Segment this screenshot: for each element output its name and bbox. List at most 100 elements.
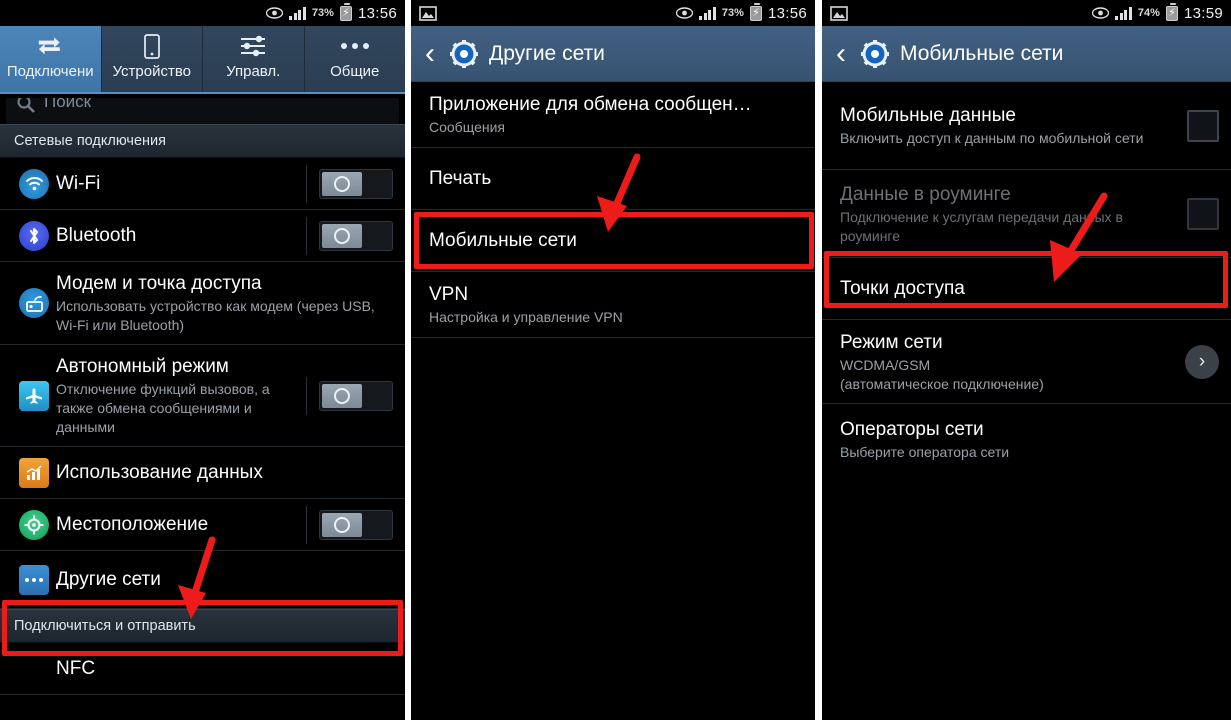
list-item-access-points-text: Точки доступа bbox=[840, 267, 1219, 310]
tethering-icon bbox=[12, 288, 56, 318]
list-item-location-title: Местоположение bbox=[56, 514, 209, 535]
battery-charging-icon: ⚡ bbox=[1165, 2, 1178, 21]
location-toggle[interactable] bbox=[319, 509, 393, 540]
list-item-wifi-text: Wi-Fi bbox=[56, 162, 296, 205]
picture-icon bbox=[830, 5, 848, 21]
back-chevron-icon[interactable]: ‹ bbox=[832, 38, 850, 69]
signal-bars-icon bbox=[1115, 6, 1132, 20]
list-item-bluetooth[interactable]: Bluetooth bbox=[0, 210, 405, 262]
tab-connections[interactable]: Подключени bbox=[0, 26, 102, 92]
phone-icon bbox=[143, 33, 160, 59]
mobile-data-checkbox[interactable] bbox=[1187, 109, 1219, 142]
list-item-tethering[interactable]: Модем и точка доступа Использовать устро… bbox=[0, 262, 405, 345]
list-item-mobile-data[interactable]: Мобильные данные Включить доступ к данны… bbox=[822, 82, 1231, 170]
tab-controls[interactable]: Управл. bbox=[203, 26, 305, 92]
list-item-data-usage[interactable]: Использование данных bbox=[0, 447, 405, 499]
status-bar-right: 74% ⚡ 13:59 bbox=[1092, 2, 1223, 22]
list-item-nfc-title: NFC bbox=[56, 658, 96, 679]
list-item-location-text: Местоположение bbox=[56, 503, 296, 546]
list-item-network-operators-text: Операторы сети Выберите оператора сети bbox=[840, 408, 1219, 471]
list-item-data-roaming[interactable]: Данные в роуминге Подключение к услугам … bbox=[822, 170, 1231, 258]
list-item-location[interactable]: Местоположение bbox=[0, 499, 405, 551]
airplane-toggle[interactable] bbox=[319, 380, 393, 411]
data-roaming-checkbox[interactable] bbox=[1187, 197, 1219, 230]
settings-gear-icon bbox=[449, 39, 479, 69]
battery-percent-label: 73% bbox=[721, 7, 744, 19]
status-bar-right: 73% ⚡ 13:56 bbox=[266, 2, 397, 22]
list-item-messaging-app-text: Приложение для обмена сообщен… Сообщения bbox=[429, 83, 803, 146]
list-item-airplane-tail bbox=[296, 377, 393, 415]
list-item-vpn-title: VPN bbox=[429, 284, 469, 305]
phone-panel-mobile-networks: 74% ⚡ 13:59 ‹ Мобильные сети Мобильные д… bbox=[822, 0, 1231, 720]
list-item-airplane-mode[interactable]: Автономный режим Отключение функций вызо… bbox=[0, 345, 405, 447]
list-item-data-usage-title: Использование данных bbox=[56, 462, 263, 483]
list-item-data-roaming-tail bbox=[1177, 197, 1219, 230]
list-item-network-operators-sub: Выберите оператора сети bbox=[840, 443, 1010, 460]
list-item-nfc[interactable]: NFC bbox=[0, 643, 405, 695]
list-item-network-operators[interactable]: Операторы сети Выберите оператора сети bbox=[822, 404, 1231, 474]
action-bar: ‹ Мобильные сети bbox=[822, 26, 1231, 82]
section-header-connect-share-label: Подключиться и отправить bbox=[14, 618, 196, 634]
list-item-access-points[interactable]: Точки доступа bbox=[822, 258, 1231, 320]
settings-tab-bar: Подключени Устройство Управл. Общие bbox=[0, 26, 405, 94]
bluetooth-toggle[interactable] bbox=[319, 220, 393, 251]
list-item-other-networks[interactable]: Другие сети bbox=[0, 551, 405, 609]
list-item-mobile-networks[interactable]: Мобильные сети bbox=[411, 210, 815, 272]
list-item-vpn-text: VPN Настройка и управление VPN bbox=[429, 273, 803, 336]
list-item-messaging-app-sub: Сообщения bbox=[429, 119, 505, 135]
list-item-wifi-title: Wi-Fi bbox=[56, 173, 101, 194]
eye-icon bbox=[676, 7, 694, 19]
phone-panel-connections: 73% ⚡ 13:56 Подключени Устройство Управл… bbox=[0, 0, 405, 720]
signal-bars-icon bbox=[289, 6, 306, 20]
eye-icon bbox=[1092, 7, 1110, 19]
connections-arrows-icon bbox=[36, 33, 64, 59]
list-item-airplane-sub: Отключение функций вызовов, а также обме… bbox=[56, 381, 270, 435]
list-item-print-title: Печать bbox=[429, 168, 492, 189]
list-item-mobile-networks-text: Мобильные сети bbox=[429, 219, 803, 262]
search-icon bbox=[16, 98, 36, 121]
list-item-bluetooth-tail bbox=[296, 217, 393, 255]
list-item-tethering-sub: Использовать устройство как модем (через… bbox=[56, 298, 375, 333]
tab-general[interactable]: Общие bbox=[305, 26, 406, 92]
data-usage-icon bbox=[12, 457, 56, 488]
list-item-bluetooth-title: Bluetooth bbox=[56, 225, 137, 246]
list-item-mobile-data-sub: Включить доступ к данным по мобильной се… bbox=[840, 130, 1144, 146]
section-header-network-label: Сетевые подключения bbox=[14, 133, 166, 149]
list-item-data-roaming-text: Данные в роуминге Подключение к услугам … bbox=[840, 173, 1177, 255]
list-item-print[interactable]: Печать bbox=[411, 148, 815, 210]
list-item-mobile-data-text: Мобильные данные Включить доступ к данны… bbox=[840, 94, 1177, 157]
tab-device[interactable]: Устройство bbox=[102, 26, 203, 92]
tab-connections-label: Подключени bbox=[6, 63, 94, 80]
list-item-network-mode-text: Режим сети WCDMA/GSM (автоматическое под… bbox=[840, 321, 1175, 403]
bluetooth-icon bbox=[12, 220, 56, 251]
list-item-vpn-sub: Настройка и управление VPN bbox=[429, 309, 623, 325]
wifi-toggle[interactable] bbox=[319, 168, 393, 199]
search-placeholder: Поиск bbox=[44, 98, 92, 111]
list-item-wifi-tail bbox=[296, 165, 393, 203]
section-header-network: Сетевые подключения bbox=[0, 124, 405, 158]
more-networks-icon bbox=[12, 564, 56, 595]
list-item-network-mode[interactable]: Режим сети WCDMA/GSM (автоматическое под… bbox=[822, 320, 1231, 404]
list-item-data-roaming-sub: Подключение к услугам передачи данных в … bbox=[840, 208, 1123, 244]
panel-divider-right bbox=[815, 0, 822, 720]
dots-icon bbox=[339, 33, 371, 59]
list-item-mobile-data-title: Мобильные данные bbox=[840, 105, 1016, 126]
list-item-other-networks-text: Другие сети bbox=[56, 558, 393, 601]
list-item-vpn[interactable]: VPN Настройка и управление VPN bbox=[411, 272, 815, 338]
back-chevron-icon[interactable]: ‹ bbox=[421, 38, 439, 69]
phone-panel-other-networks: 73% ⚡ 13:56 ‹ Другие сети Приложение для… bbox=[411, 0, 815, 720]
search-input[interactable]: Поиск bbox=[6, 98, 399, 124]
chevron-right-icon[interactable]: › bbox=[1185, 344, 1219, 379]
list-item-bluetooth-text: Bluetooth bbox=[56, 214, 296, 257]
picture-icon bbox=[419, 5, 437, 21]
list-item-messaging-app[interactable]: Приложение для обмена сообщен… Сообщения bbox=[411, 82, 815, 148]
list-item-tethering-text: Модем и точка доступа Использовать устро… bbox=[56, 262, 393, 344]
tab-device-label: Устройство bbox=[112, 63, 191, 80]
sliders-icon bbox=[239, 33, 267, 59]
list-item-other-networks-title: Другие сети bbox=[56, 569, 161, 590]
list-item-messaging-app-title: Приложение для обмена сообщен… bbox=[429, 94, 752, 115]
list-item-data-usage-text: Использование данных bbox=[56, 451, 393, 494]
list-item-wifi[interactable]: Wi-Fi bbox=[0, 158, 405, 210]
clock-label: 13:56 bbox=[357, 4, 397, 22]
battery-percent-label: 73% bbox=[311, 7, 334, 19]
